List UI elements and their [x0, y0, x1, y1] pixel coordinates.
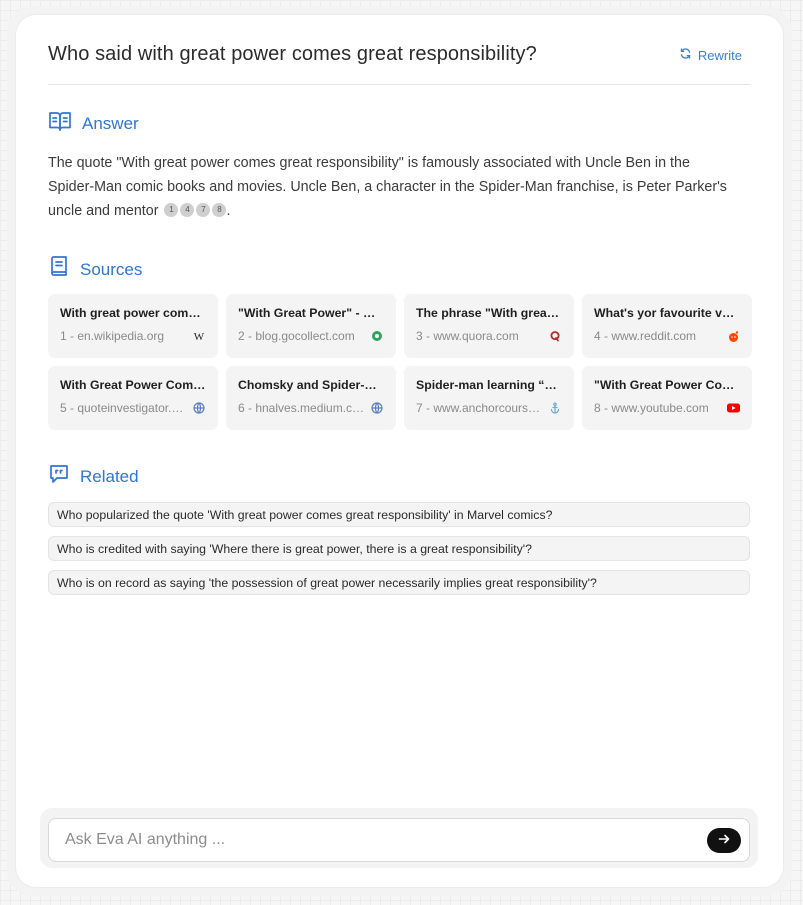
source-card[interactable]: What's yor favourite variation of the qu…	[582, 294, 752, 358]
source-meta: 8 - www.youtube.com	[594, 401, 740, 415]
source-title: With great power comes great responsibil…	[60, 306, 206, 320]
source-domain: 4 - www.reddit.com	[594, 329, 697, 343]
source-domain: 6 - hnalves.medium.com	[238, 401, 366, 415]
globe-icon	[192, 401, 206, 415]
related-list: Who popularized the quote 'With great po…	[48, 502, 750, 604]
rewrite-label: Rewrite	[697, 47, 742, 63]
citation-badge[interactable]: 8	[212, 203, 227, 217]
citation-badge[interactable]: 7	[196, 203, 211, 217]
source-meta: 2 - blog.gocollect.com	[238, 329, 384, 343]
composer	[48, 818, 750, 862]
source-card[interactable]: With great power comes great responsibil…	[48, 294, 218, 358]
source-domain: 2 - blog.gocollect.com	[238, 329, 355, 343]
source-card[interactable]: With Great Power Comes Great Responsibil…	[48, 366, 218, 430]
source-title: What's yor favourite variation of the qu…	[594, 306, 740, 320]
source-card[interactable]: Spider-man learning “with great power” 7 …	[404, 366, 574, 430]
gocollect-icon	[370, 329, 384, 343]
composer-area	[40, 808, 758, 868]
source-card[interactable]: "With Great Power" - My Favorite Quotes 2…	[226, 294, 396, 358]
sources-heading-label: Sources	[80, 259, 143, 279]
quora-icon	[548, 329, 562, 343]
citation-list: 1478	[162, 203, 227, 219]
related-question[interactable]: Who popularized the quote 'With great po…	[48, 502, 750, 527]
related-question[interactable]: Who is on record as saying 'the possessi…	[48, 570, 750, 595]
question-title: Who said with great power comes great re…	[48, 43, 537, 65]
source-title: The phrase "With great power comes great…	[416, 306, 562, 320]
source-domain: 5 - quoteinvestigator.com	[60, 401, 188, 415]
source-title: "With Great Power" - My Favorite Quotes	[238, 306, 384, 320]
anchor-icon	[548, 401, 562, 415]
answer-text: The quote "With great power comes great …	[48, 155, 727, 219]
answer-body: The quote "With great power comes great …	[48, 151, 728, 223]
source-card[interactable]: Chomsky and Spider-Man 6 - hnalves.medium…	[226, 366, 396, 430]
youtube-icon	[726, 401, 740, 415]
source-meta: 6 - hnalves.medium.com	[238, 401, 384, 415]
source-meta: 3 - www.quora.com	[416, 329, 562, 343]
source-title: Chomsky and Spider-Man	[238, 378, 384, 392]
citation-badge[interactable]: 4	[180, 203, 195, 217]
sources-grid: With great power comes great responsibil…	[48, 294, 752, 430]
source-card[interactable]: The phrase "With great power comes great…	[404, 294, 574, 358]
source-meta: 7 - www.anchorcourse.com	[416, 401, 562, 415]
open-book-icon	[48, 110, 72, 137]
arrow-right-icon	[718, 832, 730, 850]
source-meta: 5 - quoteinvestigator.com	[60, 401, 206, 415]
source-meta: 4 - www.reddit.com	[594, 329, 740, 343]
refresh-icon	[679, 47, 692, 63]
source-domain: 7 - www.anchorcourse.com	[416, 401, 544, 415]
ask-input[interactable]	[65, 828, 685, 852]
answer-card: Who said with great power comes great re…	[16, 15, 783, 887]
related-heading: Related	[48, 463, 139, 490]
related-heading-label: Related	[80, 466, 139, 486]
globe-icon	[370, 401, 384, 415]
source-domain: 1 - en.wikipedia.org	[60, 329, 165, 343]
source-card[interactable]: "With Great Power Comes Great Responsibi…	[582, 366, 752, 430]
question-header: Who said with great power comes great re…	[48, 41, 750, 85]
reddit-icon	[726, 329, 740, 343]
send-button[interactable]	[707, 828, 741, 853]
rewrite-button[interactable]: Rewrite	[679, 47, 742, 63]
source-title: With Great Power Comes Great Responsibil…	[60, 378, 206, 392]
wikipedia-icon: W	[192, 329, 206, 343]
sources-heading: Sources	[48, 255, 142, 284]
source-title: "With Great Power Comes Great Responsibi…	[594, 378, 740, 392]
source-domain: 3 - www.quora.com	[416, 329, 519, 343]
answer-end-punct: .	[226, 203, 231, 219]
source-meta: 1 - en.wikipedia.org W	[60, 329, 206, 343]
related-question[interactable]: Who is credited with saying 'Where there…	[48, 536, 750, 561]
source-domain: 8 - www.youtube.com	[594, 401, 709, 415]
quote-bubble-icon	[48, 463, 70, 490]
svg-text:W: W	[194, 331, 205, 341]
source-title: Spider-man learning “with great power”	[416, 378, 562, 392]
citation-badge[interactable]: 1	[164, 203, 179, 217]
answer-heading-label: Answer	[82, 113, 139, 133]
document-icon	[48, 255, 70, 284]
answer-heading: Answer	[48, 110, 139, 137]
